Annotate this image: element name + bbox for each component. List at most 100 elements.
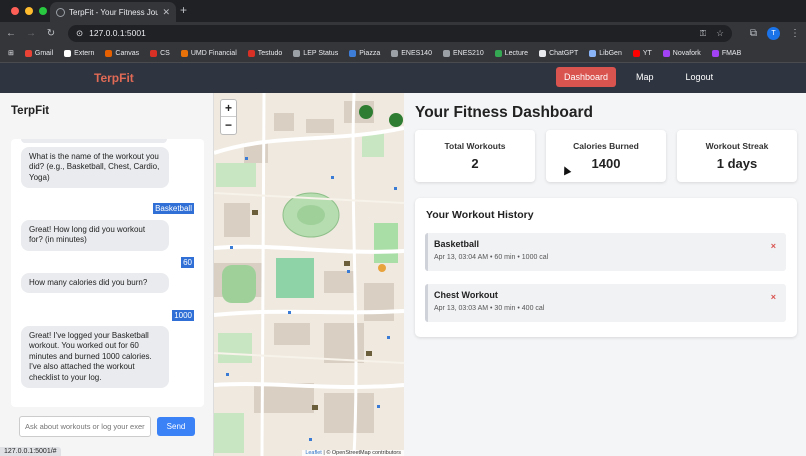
reload-icon[interactable]: ↻: [46, 28, 56, 39]
history-title: Your Workout History: [426, 209, 534, 221]
minimize-window-button[interactable]: [25, 7, 33, 15]
bot-message: What is the name of the workout you did?…: [21, 147, 169, 189]
tab-title: TerpFit - Your Fitness Journey: [69, 7, 159, 17]
globe-icon: [56, 7, 65, 17]
bookmark-label: UMD Financial: [190, 49, 237, 57]
bookmark-item[interactable]: Novafork: [662, 49, 701, 57]
close-window-button[interactable]: [11, 7, 19, 15]
nav-logout-link[interactable]: Logout: [678, 67, 722, 87]
bookmark-item[interactable]: Testudo: [247, 49, 283, 57]
bookmark-label: Extern: [74, 49, 95, 57]
status-bar-url: 127.0.0.1:5001/#: [0, 447, 61, 456]
send-button[interactable]: Send: [157, 416, 195, 436]
stat-label: Calories Burned: [573, 141, 639, 151]
browser-tab-bar: TerpFit - Your Fitness Journey ✕ +: [0, 0, 806, 22]
bookmark-item[interactable]: ENES140: [391, 49, 432, 57]
window-controls: [11, 7, 47, 15]
workout-history-card: Your Workout History Basketball Apr 13, …: [415, 198, 797, 337]
menu-kebab-icon[interactable]: ⋮: [790, 28, 800, 39]
bot-message: Great! I've logged your Basketball worko…: [21, 326, 169, 388]
bookmark-favicon-icon: [105, 49, 113, 57]
zoom-out-button[interactable]: −: [221, 117, 236, 134]
back-icon[interactable]: ←: [6, 28, 16, 39]
bookmark-item[interactable]: ChatGPT: [539, 49, 579, 57]
nav-map-link[interactable]: Map: [628, 67, 662, 87]
bookmark-label: Canvas: [115, 49, 140, 57]
leaflet-link[interactable]: Leaflet: [305, 450, 322, 456]
bookmark-favicon-icon: [632, 49, 640, 57]
zoom-in-button[interactable]: +: [221, 100, 236, 117]
bookmark-item[interactable]: ENES210: [442, 49, 484, 57]
extensions-icon[interactable]: ⧉: [750, 28, 757, 39]
nav-dashboard-link[interactable]: Dashboard: [556, 67, 617, 87]
bookmark-label: LEP Status: [303, 49, 339, 57]
bookmark-item[interactable]: CS: [150, 49, 170, 57]
bookmark-item[interactable]: FMAB: [711, 49, 741, 57]
zoom-control: + −: [220, 99, 237, 135]
stat-card-total-workouts: Total Workouts 2: [415, 130, 535, 182]
bookmark-item[interactable]: Piazza: [349, 49, 380, 57]
maximize-window-button[interactable]: [39, 7, 47, 15]
apps-grid-icon[interactable]: ⊞: [8, 49, 14, 57]
bot-message: How many calories did you burn?: [21, 273, 169, 294]
bookmark-label: Testudo: [257, 49, 283, 57]
delete-workout-button[interactable]: ×: [771, 241, 776, 251]
bookmark-label: LibGen: [599, 49, 622, 57]
delete-workout-button[interactable]: ×: [771, 292, 776, 302]
close-tab-icon[interactable]: ✕: [162, 7, 170, 18]
chat-panel: TerpFit What is the name of the workout …: [0, 93, 214, 456]
new-tab-icon[interactable]: +: [180, 3, 187, 17]
stat-value: 2: [471, 156, 479, 171]
bookmark-favicon-icon: [247, 49, 255, 57]
workout-meta: Apr 13, 03:03 AM • 30 min • 400 cal: [434, 305, 545, 312]
brand-logo[interactable]: TerpFit: [94, 71, 134, 85]
stat-value: 1 days: [716, 156, 758, 171]
bookmark-label: ENES140: [401, 49, 432, 57]
map-tiles: [214, 93, 404, 456]
bookmark-label: YT: [642, 49, 652, 57]
dashboard-title: Your Fitness Dashboard: [415, 104, 593, 121]
app-header: TerpFit Dashboard Map Logout: [0, 63, 806, 93]
bookmark-item[interactable]: LEP Status: [293, 49, 339, 57]
bookmark-item[interactable]: Lecture: [494, 49, 529, 57]
bookmark-label: ChatGPT: [549, 49, 579, 57]
chat-input[interactable]: [19, 415, 151, 437]
main-nav: Dashboard Map Logout: [556, 67, 721, 87]
user-message: Basketball: [153, 203, 194, 214]
stat-card-workout-streak: Workout Streak 1 days: [677, 130, 797, 182]
osm-attribution[interactable]: | © OpenStreetMap contributors: [323, 450, 401, 456]
bookmark-favicon-icon: [711, 49, 719, 57]
key-icon[interactable]: ⚿: [700, 28, 706, 39]
bookmark-item[interactable]: Gmail: [24, 49, 54, 57]
bookmark-star-icon[interactable]: ☆: [716, 28, 724, 39]
bookmark-favicon-icon: [391, 49, 399, 57]
bookmark-favicon-icon: [349, 49, 357, 57]
bookmark-label: Gmail: [34, 49, 54, 57]
stat-label: Workout Streak: [705, 141, 769, 151]
site-info-icon[interactable]: ⊙: [76, 28, 83, 39]
bookmark-favicon-icon: [494, 49, 502, 57]
bookmark-favicon-icon: [293, 49, 301, 57]
campus-map[interactable]: + − Leaflet | © OpenStreetMap contributo…: [214, 93, 404, 456]
bookmark-favicon-icon: [662, 49, 670, 57]
bookmark-favicon-icon: [180, 49, 188, 57]
user-message: 1000: [172, 310, 194, 321]
workout-name: Basketball: [434, 239, 480, 249]
address-url: 127.0.0.1:5001: [89, 28, 146, 38]
bot-message: Great! How long did you workout for? (in…: [21, 220, 169, 251]
browser-toolbar: ← → ↻ ⊙ 127.0.0.1:5001 ⚿ ☆ ⧉ T ⋮: [0, 22, 806, 44]
dashboard-panel: Your Fitness Dashboard Total Workouts 2 …: [404, 93, 806, 456]
bookmark-item[interactable]: UMD Financial: [180, 49, 237, 57]
bookmark-label: Lecture: [504, 49, 529, 57]
chat-messages[interactable]: What is the name of the workout you did?…: [11, 139, 204, 407]
address-bar[interactable]: ⊙ 127.0.0.1:5001 ⚿ ☆: [68, 24, 732, 42]
forward-icon[interactable]: →: [26, 28, 36, 39]
bookmark-item[interactable]: YT: [632, 49, 652, 57]
bookmark-favicon-icon: [24, 49, 32, 57]
bookmark-favicon-icon: [64, 49, 72, 57]
bookmark-item[interactable]: Canvas: [105, 49, 140, 57]
bookmark-item[interactable]: LibGen: [589, 49, 622, 57]
bookmark-item[interactable]: Extern: [64, 49, 95, 57]
browser-tab[interactable]: TerpFit - Your Fitness Journey ✕: [50, 2, 176, 22]
profile-avatar[interactable]: T: [767, 26, 780, 40]
